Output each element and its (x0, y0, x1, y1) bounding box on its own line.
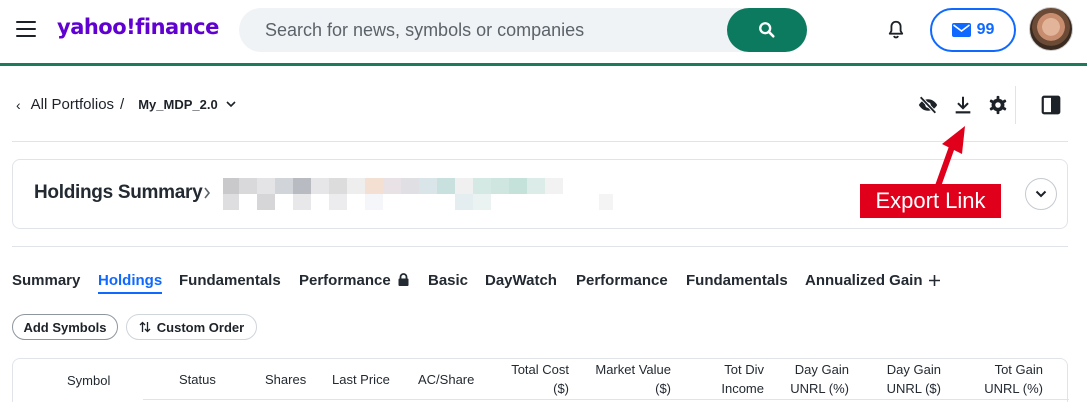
header-line: UNRL (%) (984, 381, 1043, 396)
mail-count: 99 (976, 21, 995, 38)
export-annotation-arrow (935, 126, 965, 189)
header-line: UNRL ($) (886, 381, 941, 396)
column-header-status[interactable]: Status (179, 370, 216, 389)
holdings-table: Symbol Status Shares Last Price AC/Share… (12, 358, 1069, 402)
tab-performance[interactable]: Performance (576, 272, 668, 289)
pixelated-summary-values (223, 178, 613, 212)
tab-summary[interactable]: Summary (12, 272, 80, 289)
tab-daywatch[interactable]: DayWatch (485, 272, 557, 289)
header-line: Income (721, 381, 764, 396)
divider (12, 141, 1068, 142)
header-line: Total Cost (511, 362, 569, 377)
add-view-plus-icon[interactable] (928, 274, 941, 287)
tab-holdings[interactable]: Holdings (98, 272, 163, 294)
user-avatar[interactable] (1029, 7, 1073, 51)
tab-fundamentals[interactable]: Fundamentals (179, 272, 281, 289)
settings-gear-icon[interactable] (987, 94, 1009, 116)
column-header-day-gain-usd[interactable]: Day Gain UNRL ($) (863, 360, 941, 398)
column-header-total-cost[interactable]: Total Cost ($) (489, 360, 569, 398)
header-line: Tot Div (724, 362, 764, 377)
search-input[interactable] (265, 8, 725, 52)
header-line: Tot Gain (994, 362, 1043, 377)
header-line: Day Gain (886, 362, 941, 377)
menu-icon[interactable] (16, 21, 36, 37)
column-header-last-price[interactable]: Last Price (332, 370, 390, 389)
all-portfolios-link[interactable]: All Portfolios (31, 96, 114, 113)
sort-arrows-icon (139, 321, 151, 333)
column-header-market-value[interactable]: Market Value ($) (571, 360, 671, 398)
breadcrumb-separator: / (120, 96, 125, 113)
side-panel-toggle-icon[interactable] (1040, 94, 1062, 116)
mail-button[interactable]: 99 (930, 8, 1016, 52)
tab-annualized-gain[interactable]: Annualized Gain (805, 272, 923, 289)
chevron-down-icon (1035, 190, 1047, 198)
back-chevron-icon[interactable]: ‹ (16, 97, 21, 113)
search-bar (239, 8, 807, 52)
header-line: Market Value (595, 362, 671, 377)
column-header-day-gain-pct[interactable]: Day Gain UNRL (%) (773, 360, 849, 398)
header-line: ($) (553, 381, 569, 396)
lock-icon (398, 273, 409, 286)
tab-basic[interactable]: Basic (428, 272, 468, 289)
header-divider (143, 399, 1069, 400)
tab-fundamentals-2[interactable]: Fundamentals (686, 272, 788, 289)
custom-order-label: Custom Order (156, 319, 245, 335)
column-header-tot-gain-pct[interactable]: Tot Gain UNRL (%) (963, 360, 1043, 398)
column-header-shares[interactable]: Shares (265, 370, 306, 389)
holdings-summary-title: Holdings Summary (34, 182, 203, 203)
download-icon[interactable] (952, 94, 974, 116)
portfolio-breadcrumb: ‹ All Portfolios / My_MDP_2.0 (16, 96, 236, 113)
tab-performance-locked[interactable]: Performance (299, 272, 409, 289)
tab-performance-label: Performance (299, 272, 391, 289)
portfolio-name-dropdown[interactable]: My_MDP_2.0 (138, 97, 217, 112)
toolbar-divider (1015, 86, 1016, 124)
add-symbols-button[interactable]: Add Symbols (12, 314, 118, 340)
yahoo-finance-logo[interactable]: yahoo!finance (57, 15, 219, 39)
column-header-symbol[interactable]: Symbol (67, 371, 110, 390)
top-header: yahoo!finance 99 (0, 0, 1087, 66)
header-line: ($) (655, 381, 671, 396)
notification-bell-icon[interactable] (885, 19, 907, 41)
hide-eye-icon[interactable] (917, 94, 939, 116)
divider (12, 246, 1068, 247)
chevron-right-icon (204, 187, 211, 199)
expand-summary-button[interactable] (1025, 178, 1057, 210)
custom-order-button[interactable]: Custom Order (126, 314, 257, 340)
chevron-down-icon[interactable] (226, 101, 236, 108)
column-header-tot-div-income[interactable]: Tot Div Income (693, 360, 764, 398)
header-line: UNRL (%) (790, 381, 849, 396)
search-button[interactable] (727, 8, 807, 52)
export-link-label: Export Link (860, 184, 1001, 218)
column-header-ac-share[interactable]: AC/Share (418, 370, 474, 389)
search-icon (759, 22, 775, 38)
header-line: Day Gain (794, 362, 849, 377)
mail-icon (951, 23, 971, 37)
